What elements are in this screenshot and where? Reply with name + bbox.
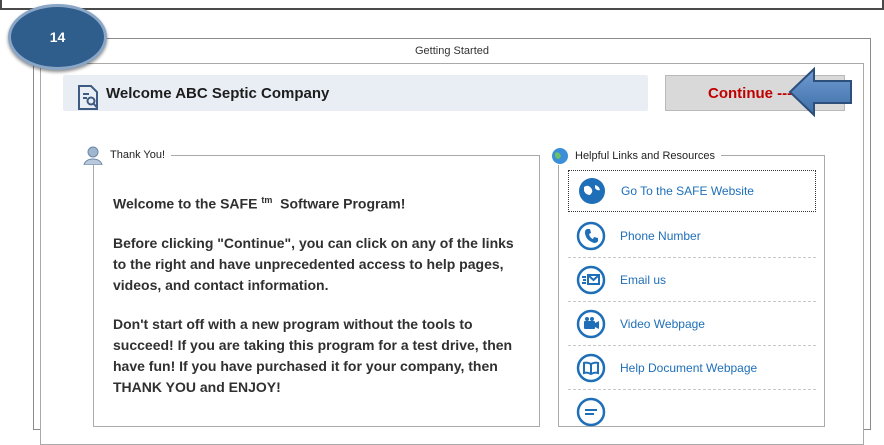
- link-safe-website[interactable]: Go To the SAFE Website: [568, 170, 816, 212]
- globe-icon: [579, 178, 605, 204]
- step-badge: 14: [8, 4, 107, 70]
- chat-icon: [576, 397, 606, 427]
- intro-paragraph-1: Before clicking "Continue", you can clic…: [113, 234, 514, 293]
- helpful-links-legend-label: Helpful Links and Resources: [575, 150, 716, 162]
- thank-you-legend-label: Thank You!: [110, 149, 166, 161]
- phone-icon: [576, 221, 606, 250]
- link-phone-number[interactable]: Phone Number: [568, 214, 816, 258]
- link-label: Phone Number: [620, 228, 701, 243]
- link-chat[interactable]: [568, 390, 816, 434]
- links-list: Go To the SAFE Website Phone Number Emai…: [568, 170, 816, 434]
- globe-small-icon: [552, 148, 568, 164]
- thank-you-legend: Thank You!: [80, 145, 172, 165]
- top-frame: [0, 0, 884, 10]
- link-label: Video Webpage: [620, 316, 705, 331]
- person-avatar-icon: [83, 146, 103, 165]
- welcome-bar: Welcome ABC Septic Company: [63, 75, 648, 111]
- link-label: Email us: [620, 272, 667, 287]
- helpful-links-legend: Helpful Links and Resources: [549, 147, 722, 165]
- window-title: Getting Started: [415, 45, 489, 57]
- video-camera-icon: [576, 309, 606, 338]
- continue-button-label: Continue ---: [708, 84, 793, 102]
- intro-heading-main: Welcome to the SAFE: [113, 195, 258, 212]
- book-icon: [576, 353, 606, 382]
- link-email-us[interactable]: Email us: [568, 258, 816, 302]
- email-icon: [576, 265, 606, 294]
- pointer-arrow-icon: [788, 66, 852, 118]
- link-video-webpage[interactable]: Video Webpage: [568, 302, 816, 346]
- link-label: Help Document Webpage: [620, 360, 758, 375]
- intro-heading-tail: Software Program!: [280, 195, 406, 212]
- intro-text: Welcome to the SAFE tm Software Program!…: [113, 190, 523, 416]
- trademark-superscript: tm: [261, 195, 273, 205]
- link-help-document[interactable]: Help Document Webpage: [568, 346, 816, 390]
- intro-paragraph-2: Don't start off with a new program witho…: [113, 315, 513, 395]
- document-search-icon: [78, 85, 98, 110]
- link-label: Go To the SAFE Website: [621, 184, 754, 198]
- welcome-text: Welcome ABC Septic Company: [106, 85, 330, 102]
- intro-heading: Welcome to the SAFE tm Software Program!: [113, 190, 523, 215]
